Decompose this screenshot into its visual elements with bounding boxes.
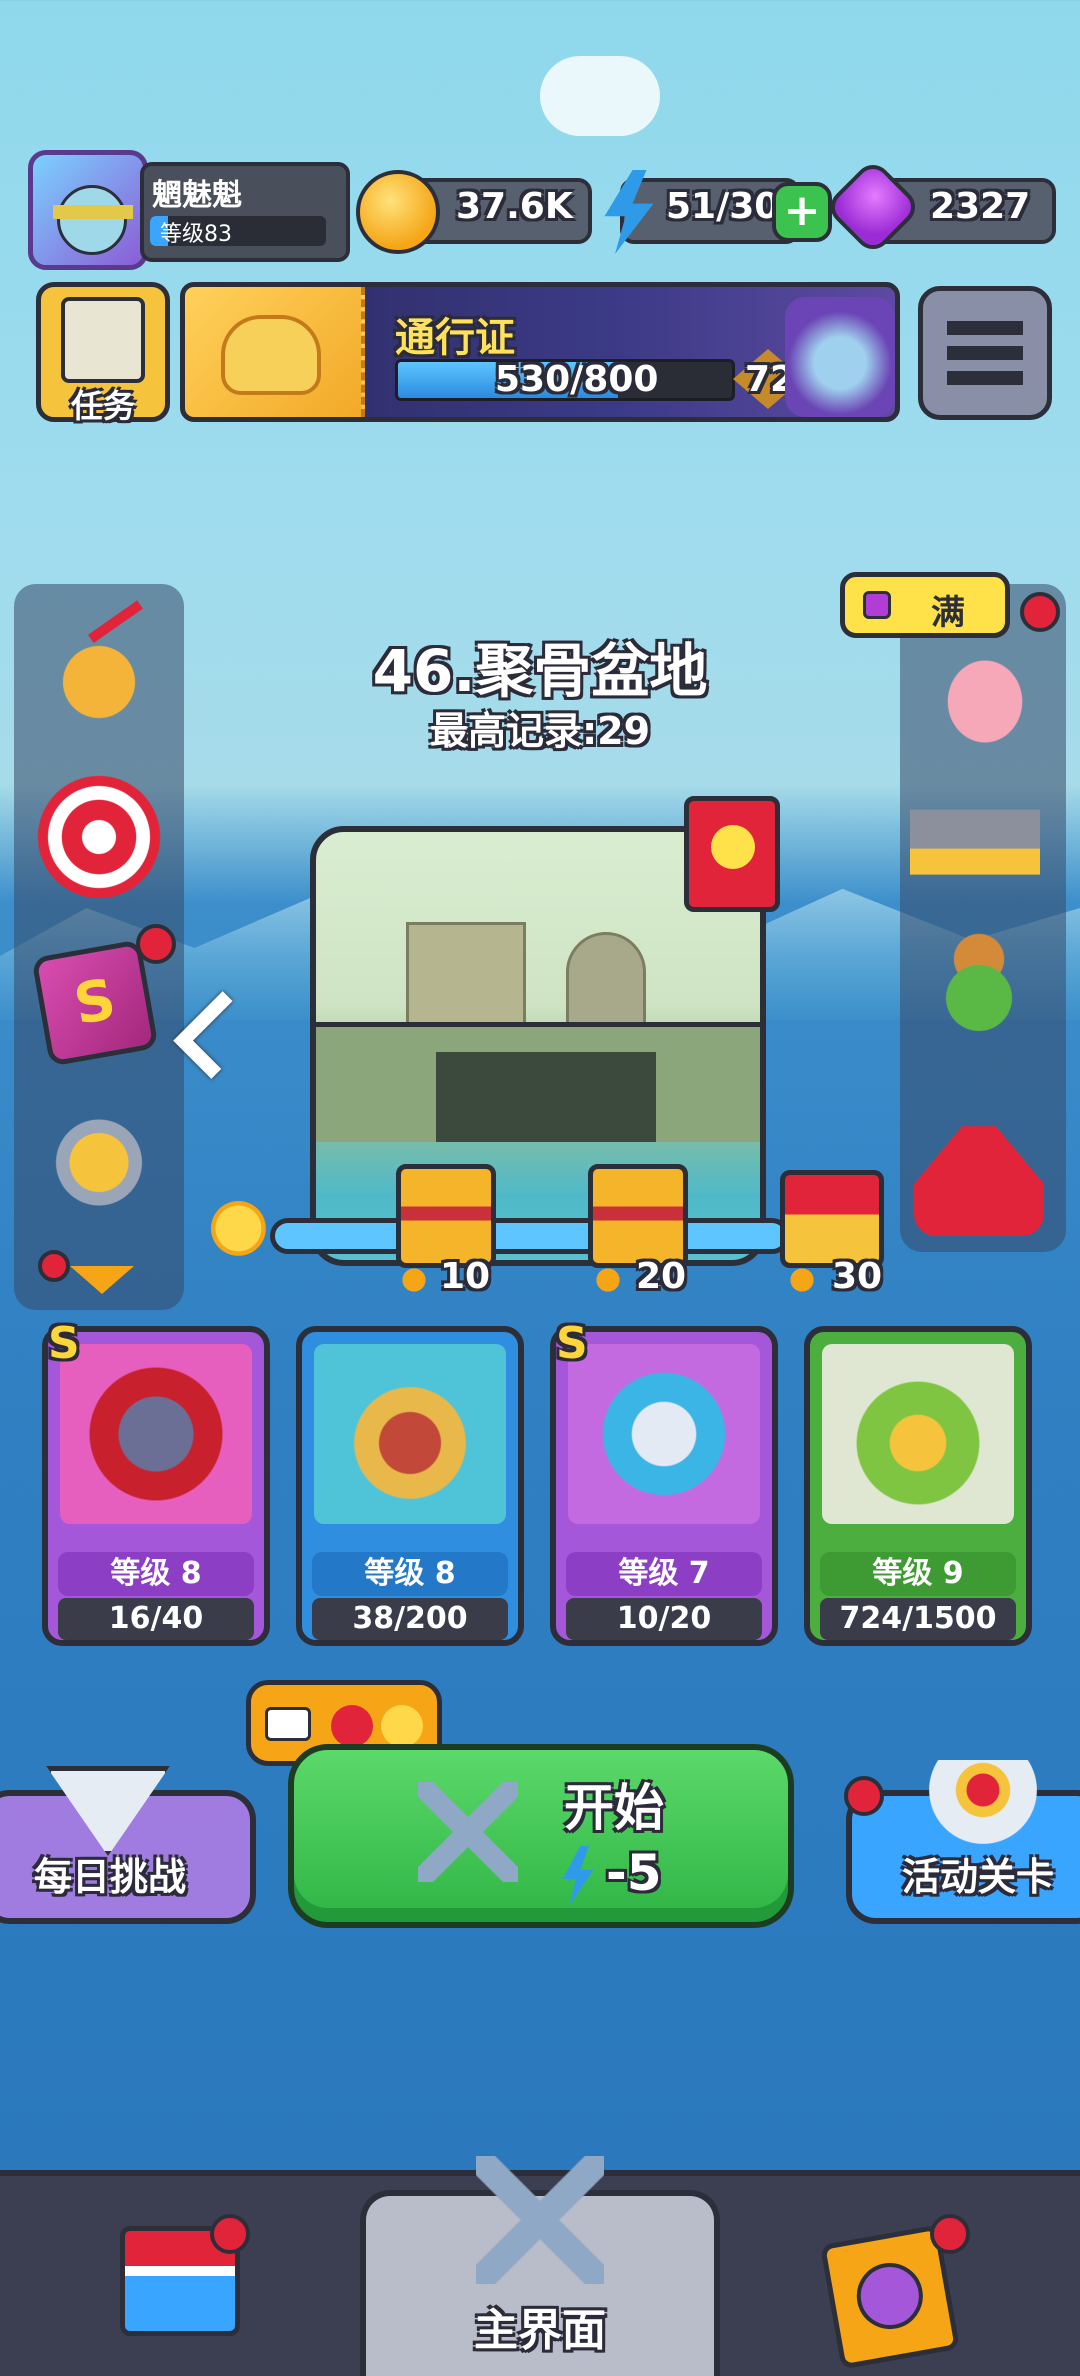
player-avatar[interactable]	[28, 150, 148, 270]
hint-book-icon[interactable]	[684, 796, 780, 912]
vampire-hero-icon	[60, 1344, 252, 1524]
video-camera-icon	[265, 1707, 311, 1741]
chest-milestone: 30	[832, 1256, 883, 1297]
notification-dot	[930, 2214, 970, 2254]
start-label: 开始	[564, 1779, 664, 1837]
player-level: 等级83	[160, 222, 232, 247]
pass-progress: 530/800	[495, 359, 659, 400]
hero-fragments: 10/20	[566, 1598, 762, 1640]
list-icon	[947, 321, 1023, 385]
bird-knight-hero-icon	[822, 1344, 1014, 1524]
sun-moon-small-icon	[396, 1262, 432, 1298]
stage-title: 46.聚骨盆地	[372, 637, 708, 705]
golden-chest-icon[interactable]	[780, 1170, 884, 1268]
chest-icon[interactable]	[396, 1164, 496, 1268]
coin-upgrade-icon	[381, 1705, 423, 1747]
crown-shield-icon	[928, 1760, 1038, 1860]
rank-badge: S	[48, 1318, 80, 1369]
start-cost: -5	[606, 1844, 662, 1902]
chest-milestone: 20	[636, 1256, 687, 1297]
hero-level: 等级 8	[312, 1552, 508, 1596]
add-energy-button[interactable]: +	[772, 182, 832, 242]
crossed-swords-icon	[418, 1782, 518, 1882]
chest-milestone: 10	[440, 1256, 491, 1297]
hero-card-4[interactable]: 等级 9 724/1500	[804, 1326, 1032, 1646]
energy-value: 51/30	[666, 186, 780, 227]
coins-value: 37.6K	[456, 186, 573, 227]
hero-level: 等级 8	[58, 1552, 254, 1596]
sun-moon-small-icon	[784, 1262, 820, 1298]
crown-coin-icon	[356, 170, 440, 254]
target-icon[interactable]	[34, 772, 164, 902]
battle-pass-banner[interactable]: 通行证 530/800 72	[180, 282, 900, 422]
menu-button[interactable]	[918, 286, 1052, 420]
gems-value: 2327	[930, 186, 1031, 227]
sun-moon-small-icon	[590, 1262, 626, 1298]
stage-progress-track	[270, 1218, 790, 1254]
crossed-swords-icon	[476, 2156, 604, 2284]
cloud	[540, 56, 660, 136]
hero-level: 等级 9	[820, 1552, 1016, 1596]
lightning-icon	[562, 1846, 594, 1906]
chest-icon[interactable]	[588, 1164, 688, 1268]
s-card-icon[interactable]: S	[31, 939, 159, 1067]
hero-level: 等级 7	[566, 1552, 762, 1596]
player-name: 魍魅魁	[152, 178, 242, 213]
start-button[interactable]: 开始 -5	[288, 1744, 794, 1928]
rank-trophy-icon[interactable]	[34, 1104, 164, 1234]
piggy-upgrade-icon	[331, 1705, 373, 1747]
alert-dot	[38, 1250, 70, 1282]
daily-challenge-label: 每日挑战	[34, 1855, 187, 1899]
hero-fragments: 38/200	[312, 1598, 508, 1640]
nav-home-label: 主界面	[474, 2305, 606, 2356]
pass-character-icon	[785, 297, 895, 417]
event-levels-label: 活动关卡	[902, 1855, 1055, 1899]
pass-ticket-icon	[185, 287, 365, 417]
hero-card-1[interactable]: 等级 8 16/40	[42, 1326, 270, 1646]
hero-card-3[interactable]: 等级 7 10/20	[550, 1326, 778, 1646]
stage-best-record: 最高记录:29	[429, 709, 651, 753]
rank-badge: S	[556, 1318, 588, 1369]
notification-dot	[844, 1776, 884, 1816]
hero-card-2[interactable]: 等级 8 38/200	[296, 1326, 524, 1646]
merchant-icon[interactable]	[914, 920, 1044, 1050]
hero-fragments: 724/1500	[820, 1598, 1016, 1640]
task-button[interactable]: 任务	[36, 282, 170, 425]
notification-dot	[210, 2214, 250, 2254]
treasure-chest-icon[interactable]	[910, 770, 1040, 900]
boar-hero-icon	[314, 1344, 506, 1524]
task-label: 任务	[70, 387, 135, 425]
pass-title: 通行证	[395, 315, 515, 361]
sun-moon-icon	[208, 1198, 284, 1274]
hero-fragments: 16/40	[58, 1598, 254, 1640]
gem-small-icon	[863, 591, 891, 619]
crystal-knight-hero-icon	[568, 1344, 760, 1524]
notification-dot	[136, 924, 176, 964]
